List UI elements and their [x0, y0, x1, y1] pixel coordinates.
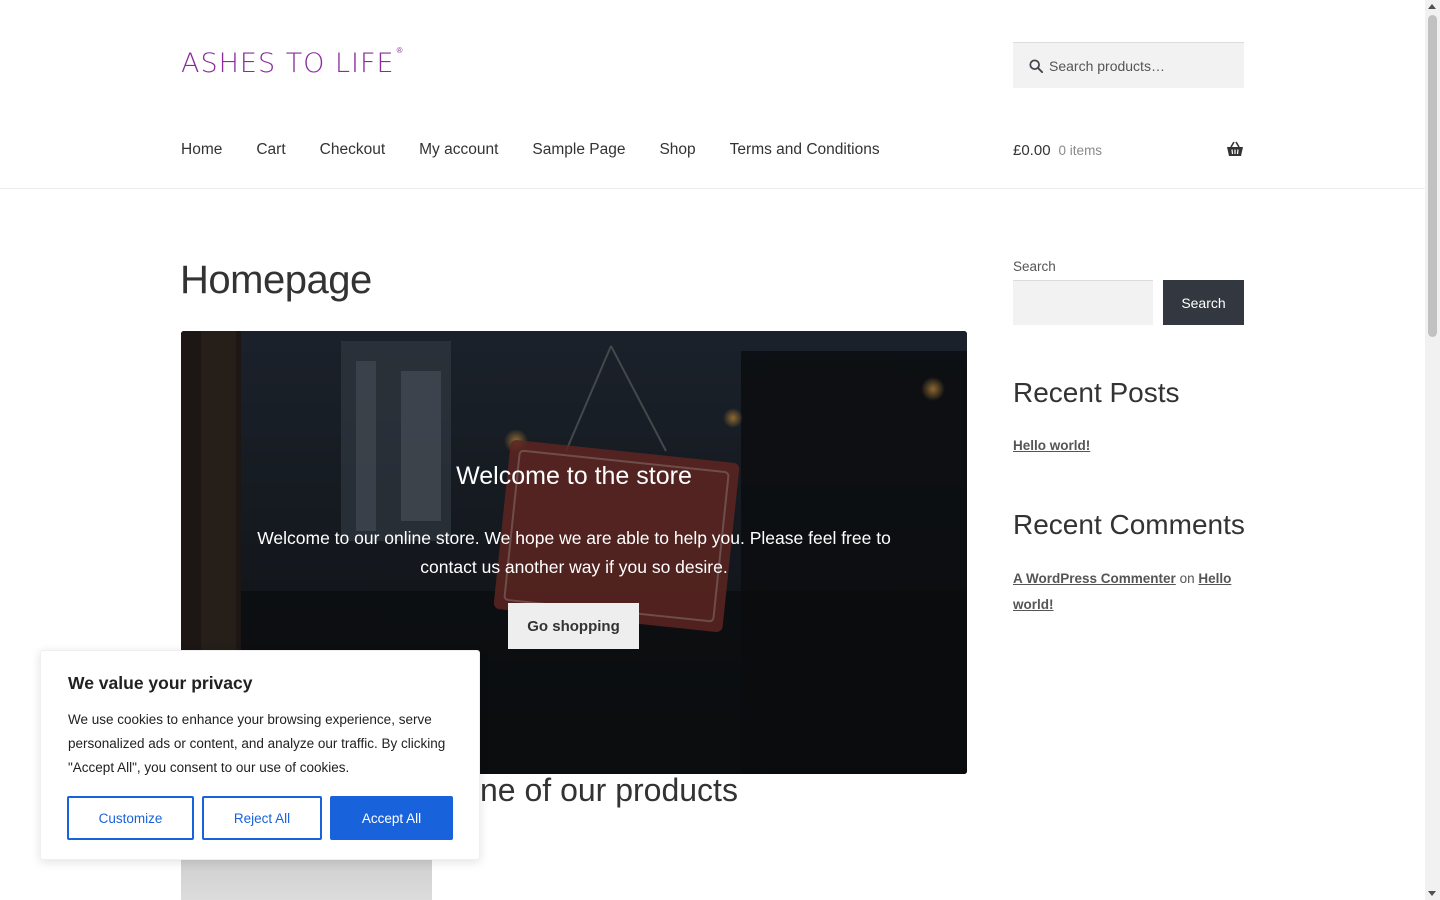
- scrollbar-thumb[interactable]: [1428, 15, 1437, 337]
- scroll-down-arrow-icon[interactable]: [1428, 891, 1436, 896]
- primary-navigation: Home Cart Checkout My account Sample Pag…: [181, 138, 914, 162]
- header-cart[interactable]: £0.00 0 items: [1013, 138, 1244, 162]
- scroll-up-arrow-icon[interactable]: [1428, 4, 1436, 9]
- recent-posts-heading: Recent Posts: [1013, 377, 1180, 408]
- page-scrollbar[interactable]: [1425, 0, 1440, 900]
- page-title: Homepage: [180, 258, 372, 302]
- sidebar-search-label: Search: [1013, 259, 1056, 274]
- sidebar-search-input[interactable]: [1013, 280, 1153, 325]
- site-logo[interactable]: ASHES TO LIFE ®: [181, 44, 403, 84]
- cookie-reject-button[interactable]: Reject All: [202, 796, 322, 840]
- basket-icon: [1227, 141, 1243, 156]
- sidebar-search-button[interactable]: Search: [1163, 280, 1244, 325]
- go-shopping-button[interactable]: Go shopping: [508, 603, 639, 649]
- comment-on-text: on: [1179, 571, 1195, 586]
- registered-mark: ®: [396, 46, 403, 55]
- hero-title: Welcome to the store: [456, 462, 692, 490]
- nav-item-terms[interactable]: Terms and Conditions: [730, 141, 880, 159]
- product-image[interactable]: [181, 860, 432, 900]
- cookie-accept-button[interactable]: Accept All: [330, 796, 453, 840]
- recent-comment-item: A WordPress Commenter on Hello world!: [1013, 566, 1244, 618]
- products-section-heading: ne of our products: [480, 772, 738, 808]
- nav-item-shop[interactable]: Shop: [659, 141, 695, 159]
- product-search[interactable]: [1013, 42, 1244, 88]
- recent-comments-heading: Recent Comments: [1013, 509, 1245, 540]
- nav-item-home[interactable]: Home: [181, 141, 222, 159]
- cart-count: 0 items: [1058, 142, 1103, 158]
- cookie-customize-button[interactable]: Customize: [67, 796, 194, 840]
- recent-post-item: Hello world!: [1013, 437, 1090, 455]
- comment-author-link[interactable]: A WordPress Commenter: [1013, 571, 1176, 586]
- cart-amount: £0.00: [1013, 141, 1051, 159]
- header-divider: [0, 188, 1425, 189]
- nav-item-my-account[interactable]: My account: [419, 141, 498, 159]
- hero-text: Welcome to our online store. We hope we …: [257, 528, 891, 577]
- nav-item-cart[interactable]: Cart: [256, 141, 285, 159]
- search-icon: [1029, 58, 1043, 73]
- cookie-banner-text: We use cookies to enhance your browsing …: [68, 712, 446, 775]
- page: ASHES TO LIFE® Home Cart Checkout My acc…: [0, 0, 1425, 900]
- cookie-banner-title: We value your privacy: [68, 673, 253, 693]
- product-search-input[interactable]: [1049, 57, 1239, 74]
- nav-item-sample-page[interactable]: Sample Page: [532, 141, 625, 159]
- nav-item-checkout[interactable]: Checkout: [320, 141, 385, 159]
- recent-post-link[interactable]: Hello world!: [1013, 438, 1090, 453]
- logo-text: ASHES TO LIFE: [181, 48, 395, 79]
- cookie-consent-banner: We value your privacy We use cookies to …: [40, 650, 480, 860]
